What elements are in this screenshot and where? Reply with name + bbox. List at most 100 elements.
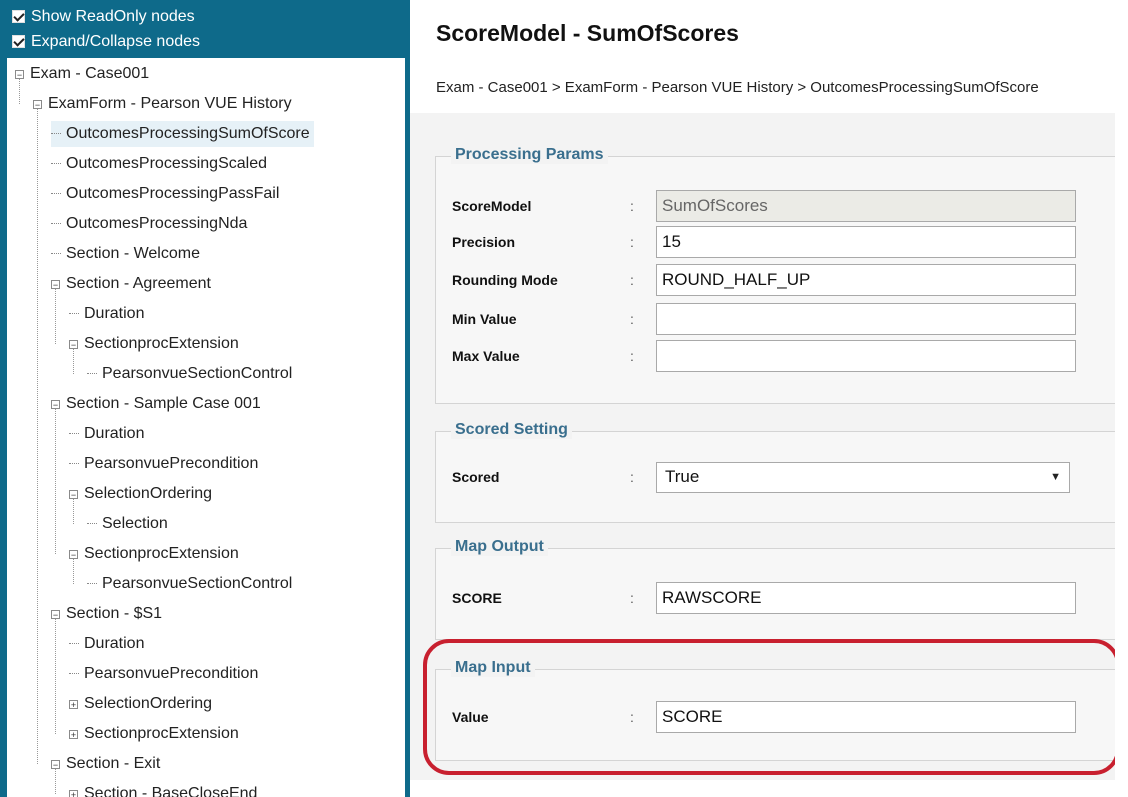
tree-node[interactable]: Duration: [69, 301, 148, 327]
scored-row: Scored : True ▼: [452, 461, 1070, 493]
collapse-icon[interactable]: −: [51, 399, 60, 409]
tree-node-label[interactable]: PearsonvueSectionControl: [99, 365, 296, 383]
tree-node[interactable]: PearsonvuePrecondition: [69, 451, 262, 477]
rounding-mode-input[interactable]: [656, 264, 1076, 296]
min-value-row: Min Value :: [452, 303, 1076, 335]
tree-node[interactable]: − Section - Agreement: [51, 271, 215, 297]
tree-node[interactable]: PearsonvueSectionControl: [87, 571, 296, 597]
expand-collapse-label[interactable]: Expand/Collapse nodes: [31, 33, 200, 51]
separator: :: [630, 272, 634, 288]
tree-node[interactable]: OutcomesProcessingPassFail: [51, 181, 283, 207]
tree-node-label[interactable]: Exam - Case001: [27, 65, 153, 83]
expand-icon[interactable]: +: [69, 729, 78, 739]
tree-guide-line: [55, 409, 56, 554]
tree-node[interactable]: + Section - BaseCloseEnd: [69, 781, 261, 797]
tree-node[interactable]: OutcomesProcessingSumOfScore: [51, 121, 314, 147]
score-model-label: ScoreModel: [452, 198, 532, 214]
tree-node[interactable]: Selection: [87, 511, 172, 537]
tree-guide-line: [55, 289, 56, 344]
collapse-icon[interactable]: −: [69, 489, 78, 499]
max-value-input[interactable]: [656, 340, 1076, 372]
tree-node[interactable]: PearsonvuePrecondition: [69, 661, 262, 687]
tree-guide-line: [73, 499, 74, 524]
tree-node-label[interactable]: Selection: [99, 515, 172, 533]
tree-connector: [69, 433, 79, 435]
tree-node[interactable]: OutcomesProcessingScaled: [51, 151, 271, 177]
tree-connector: [51, 133, 61, 135]
expand-icon[interactable]: +: [69, 699, 78, 709]
tree-node-label[interactable]: ExamForm - Pearson VUE History: [45, 95, 296, 113]
tree-connector: [51, 253, 61, 255]
tree-node[interactable]: OutcomesProcessingNda: [51, 211, 251, 237]
rounding-mode-label: Rounding Mode: [452, 272, 558, 288]
tree-node[interactable]: − Section - Exit: [51, 751, 164, 777]
tree-node-label[interactable]: PearsonvuePrecondition: [81, 665, 262, 683]
scored-select[interactable]: True ▼: [656, 461, 1070, 493]
tree-node-label[interactable]: Section - $S1: [63, 605, 166, 623]
tree-node-label[interactable]: SectionprocExtension: [81, 335, 243, 353]
show-readonly-checkbox[interactable]: [12, 10, 25, 23]
tree-node-label[interactable]: SelectionOrdering: [81, 695, 216, 713]
tree-node[interactable]: PearsonvueSectionControl: [87, 361, 296, 387]
tree-node-label[interactable]: Duration: [81, 425, 148, 443]
tree-node-label[interactable]: OutcomesProcessingPassFail: [63, 185, 283, 203]
score-row: SCORE :: [452, 582, 1076, 614]
tree-node-label[interactable]: OutcomesProcessingNda: [63, 215, 251, 233]
tree-node-label[interactable]: Duration: [81, 635, 148, 653]
separator: :: [630, 590, 634, 606]
tree-node[interactable]: − SectionprocExtension: [69, 331, 243, 357]
min-value-input[interactable]: [656, 303, 1076, 335]
tree-guide-line: [19, 79, 20, 104]
detail-content: ScoreModel - SumOfScores Exam - Case001 …: [410, 0, 1115, 780]
tree-node[interactable]: − Section - $S1: [51, 601, 166, 627]
tree-node-label[interactable]: SectionprocExtension: [81, 725, 243, 743]
score-output-input[interactable]: [656, 582, 1076, 614]
collapse-icon[interactable]: −: [69, 339, 78, 349]
tree-node[interactable]: − SectionprocExtension: [69, 541, 243, 567]
tree-node-label[interactable]: Duration: [81, 305, 148, 323]
show-readonly-label[interactable]: Show ReadOnly nodes: [31, 8, 195, 26]
tree-node[interactable]: − Section - Sample Case 001: [51, 391, 265, 417]
collapse-icon[interactable]: −: [33, 99, 42, 109]
tree-node-label[interactable]: Section - Exit: [63, 755, 164, 773]
breadcrumb: Exam - Case001 > ExamForm - Pearson VUE …: [436, 79, 1039, 96]
tree-node-label[interactable]: Section - Agreement: [63, 275, 215, 293]
tree-node-label[interactable]: PearsonvuePrecondition: [81, 455, 262, 473]
collapse-icon[interactable]: −: [51, 759, 60, 769]
tree-node[interactable]: Section - Welcome: [51, 241, 204, 267]
collapse-icon[interactable]: −: [51, 279, 60, 289]
tree-node-label[interactable]: SectionprocExtension: [81, 545, 243, 563]
collapse-icon[interactable]: −: [69, 549, 78, 559]
tree-node-label[interactable]: SelectionOrdering: [81, 485, 216, 503]
tree-node[interactable]: + SectionprocExtension: [69, 721, 243, 747]
tree-node[interactable]: − Exam - Case001: [15, 61, 153, 87]
tree-node[interactable]: + SelectionOrdering: [69, 691, 216, 717]
separator: :: [630, 234, 634, 250]
tree-node-label[interactable]: Section - BaseCloseEnd: [81, 785, 261, 797]
tree-connector: [87, 583, 97, 585]
tree-node-label[interactable]: OutcomesProcessingSumOfScore: [63, 125, 314, 143]
tree-node[interactable]: − ExamForm - Pearson VUE History: [33, 91, 296, 117]
chevron-down-icon[interactable]: ▼: [1050, 471, 1061, 483]
collapse-icon[interactable]: −: [51, 609, 60, 619]
tree-guide-line: [73, 559, 74, 584]
scored-select-value: True: [665, 467, 700, 486]
expand-collapse-option[interactable]: Expand/Collapse nodes: [12, 29, 410, 54]
tree-node-label[interactable]: Section - Welcome: [63, 245, 204, 263]
processing-params-legend: Processing Params: [451, 146, 608, 164]
tree-node-label[interactable]: PearsonvueSectionControl: [99, 575, 296, 593]
tree-connector: [69, 463, 79, 465]
scored-label: Scored: [452, 469, 500, 485]
tree-node-label[interactable]: Section - Sample Case 001: [63, 395, 265, 413]
expand-collapse-checkbox[interactable]: [12, 35, 25, 48]
show-readonly-option[interactable]: Show ReadOnly nodes: [12, 4, 410, 29]
expand-icon[interactable]: +: [69, 789, 78, 797]
tree-node-label[interactable]: OutcomesProcessingScaled: [63, 155, 271, 173]
tree-node[interactable]: Duration: [69, 421, 148, 447]
tree-panel: Show ReadOnly nodes Expand/Collapse node…: [0, 0, 410, 797]
tree-node[interactable]: Duration: [69, 631, 148, 657]
tree-node[interactable]: − SelectionOrdering: [69, 481, 216, 507]
precision-input[interactable]: [656, 226, 1076, 258]
collapse-icon[interactable]: −: [15, 69, 24, 79]
score-model-input: [656, 190, 1076, 222]
